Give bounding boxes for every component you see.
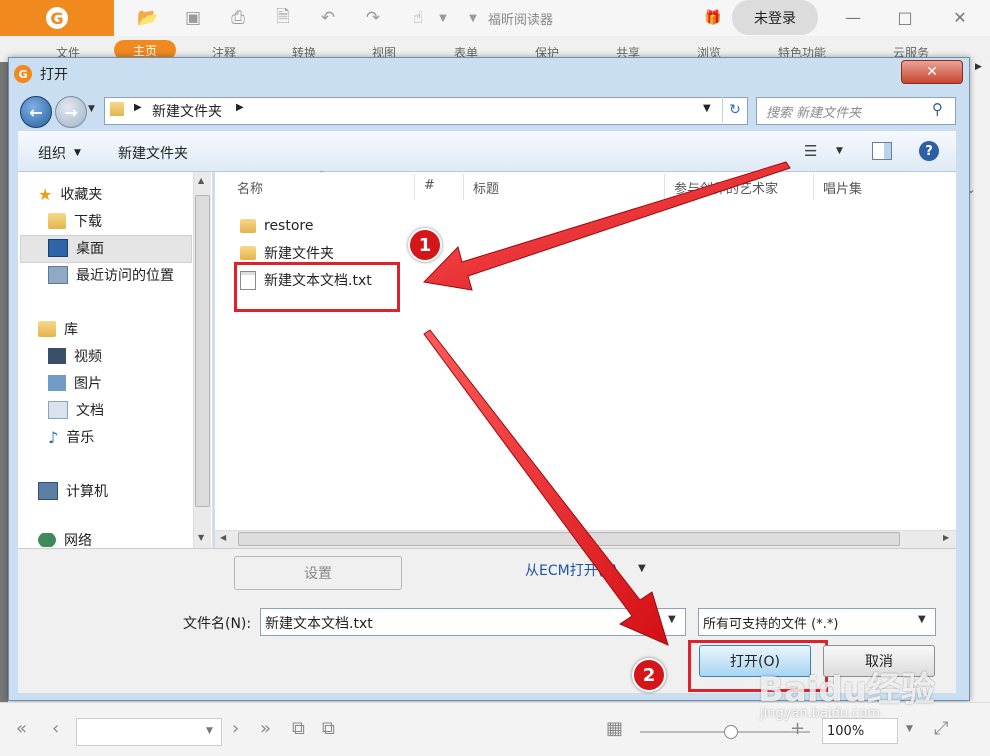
arrow-2 (423, 329, 669, 646)
zoom-in-icon[interactable]: + (790, 718, 805, 739)
copy-page-icon[interactable]: ⧉ (292, 718, 305, 739)
zoom-input[interactable]: 100% (822, 718, 898, 744)
step-2-badge: 2 (632, 658, 666, 692)
arrow-1 (422, 161, 791, 291)
page-dropdown-icon[interactable]: ▼ (206, 726, 213, 736)
page-layout-icon[interactable]: ▦ (606, 718, 623, 739)
annotation-arrows (422, 161, 791, 646)
step-1-badge: 1 (408, 228, 442, 262)
zoom-dropdown-icon[interactable]: ▼ (906, 724, 913, 734)
first-page-icon[interactable]: « (16, 718, 27, 739)
last-page-icon[interactable]: » (260, 718, 271, 739)
fullscreen-icon[interactable]: ⤢ (934, 718, 948, 739)
page-number-input[interactable] (76, 718, 222, 746)
prev-page-icon[interactable]: ‹ (52, 718, 59, 739)
next-page-icon[interactable]: › (232, 718, 239, 739)
watermark-brand: Baidu经验 (758, 670, 936, 710)
rotate-view-icon[interactable]: ⧉ (322, 718, 335, 739)
zoom-slider-thumb[interactable] (724, 725, 738, 739)
watermark-url: jingyan.baidu.com (760, 706, 880, 721)
